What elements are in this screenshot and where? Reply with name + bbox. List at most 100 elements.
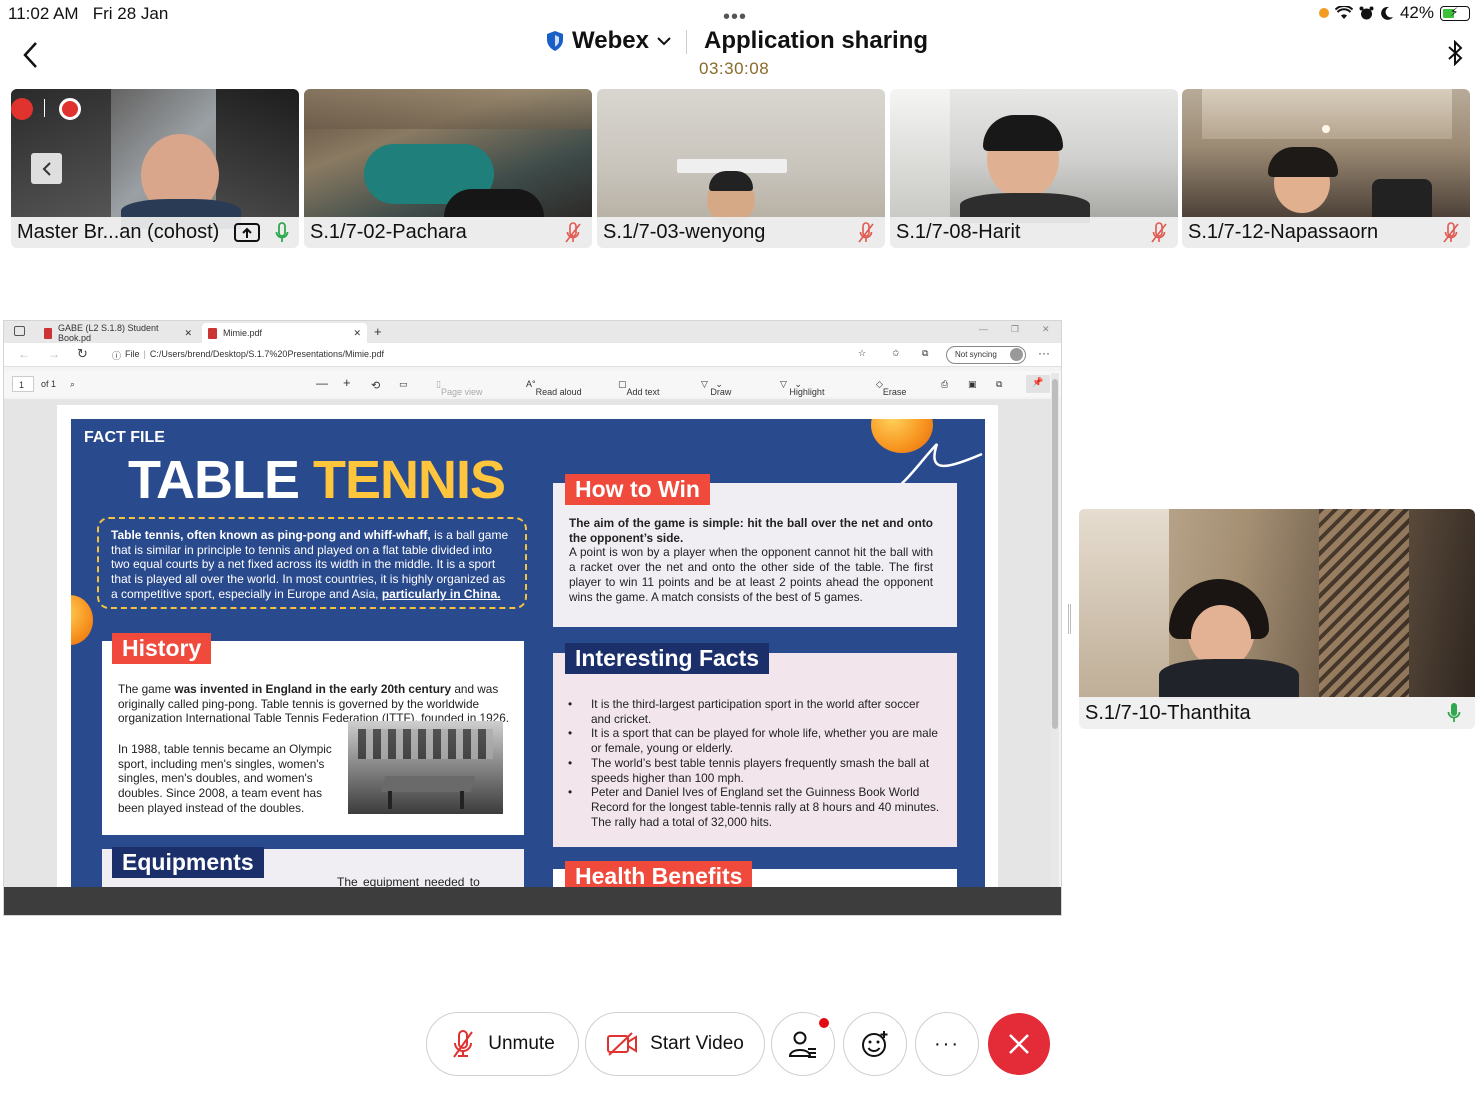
video-feed (304, 89, 592, 217)
pin-toolbar-icon[interactable]: 📌 (1026, 375, 1050, 393)
scrollbar-thumb[interactable] (1052, 379, 1058, 729)
back-arrow-icon[interactable]: ← (18, 347, 30, 361)
start-video-button[interactable]: Start Video (585, 1012, 765, 1076)
back-button[interactable] (22, 40, 38, 77)
mic-muted-icon (453, 1030, 474, 1058)
collections-icon[interactable]: ⧉ (922, 348, 928, 359)
share-bottom-bar (4, 887, 1061, 915)
interesting-facts-card: It is the third-largest participation sp… (553, 653, 957, 847)
close-window-icon[interactable]: ✕ (1042, 324, 1050, 335)
history-heading: History (112, 633, 212, 664)
search-icon[interactable]: ⌕ (70, 379, 75, 390)
url-field[interactable]: ⓘ File | C:/Users/brend/Desktop/S.1.7%20… (112, 349, 384, 362)
leave-meeting-button[interactable] (988, 1013, 1050, 1075)
minimize-icon[interactable]: — (979, 324, 988, 334)
video-feed (11, 89, 299, 229)
clock-time: 11:02 AM (8, 4, 79, 23)
unmute-button[interactable]: Unmute (426, 1012, 579, 1076)
video-tile[interactable]: S.1/7-03-wenyong (597, 89, 885, 248)
participant-name-bar: Master Br...an (cohost) (11, 217, 299, 248)
add-text-button[interactable]: ▢ Add text (618, 379, 660, 397)
close-icon (1009, 1034, 1029, 1054)
close-tab-icon[interactable]: ✕ (353, 328, 361, 339)
history-p2: In 1988, table tennis became an Olympic … (118, 742, 332, 815)
title-yellow: TENNIS (313, 450, 506, 510)
how-to-win-text: The aim of the game is simple: hit the b… (569, 516, 933, 604)
shared-application-window[interactable]: GABE (L2 S.1.8) Student Book.pd ✕ Mimie.… (3, 320, 1062, 916)
save-icon[interactable]: ▣ (968, 379, 977, 390)
browser-tab-active[interactable]: Mimie.pdf ✕ (202, 323, 367, 343)
close-tab-icon[interactable]: ✕ (184, 328, 192, 339)
read-aloud-button[interactable]: A° Read aloud (526, 379, 582, 397)
clock-date: Fri 28 Jan (92, 4, 169, 23)
pdf-viewer[interactable]: FACT FILE TABLE TENNIS Table tennis, oft… (4, 399, 1053, 889)
url-path: C:/Users/brend/Desktop/S.1.7%20Presentat… (149, 349, 384, 359)
resize-handle[interactable] (1068, 604, 1071, 634)
chevron-left-icon (42, 161, 51, 176)
zoom-in-icon[interactable]: + (343, 375, 351, 390)
favorites-icon[interactable]: ✩ (892, 348, 900, 359)
page-title: Application sharing (704, 27, 929, 54)
reactions-button[interactable] (843, 1012, 907, 1076)
emoji-add-icon (862, 1031, 888, 1057)
rotate-icon[interactable]: ⟲ (371, 379, 380, 392)
mic-muted-icon (564, 222, 582, 248)
page-view-button[interactable]: ▯ Page view (436, 379, 482, 397)
bluetooth-icon[interactable] (1447, 39, 1463, 73)
record-icon (59, 98, 81, 120)
more-options-button[interactable]: ··· (915, 1012, 979, 1076)
participant-name-bar: S.1/7-08-Harit (890, 217, 1178, 248)
active-speaker-tile[interactable]: S.1/7-10-Thanthita (1079, 509, 1475, 729)
restore-icon[interactable]: ❐ (1011, 324, 1019, 335)
zoom-out-icon[interactable]: — (316, 376, 328, 390)
intro-link: particularly in China. (381, 586, 501, 601)
moon-icon (1381, 6, 1393, 20)
video-tile[interactable]: S.1/7-08-Harit (890, 89, 1178, 248)
battery-percent: 42% (1399, 3, 1434, 22)
more-dots-icon[interactable]: ••• (723, 6, 747, 29)
video-feed (597, 89, 885, 225)
facts-list: It is the third-largest participation sp… (562, 697, 940, 829)
browser-tab[interactable]: GABE (L2 S.1.8) Student Book.pd ✕ (38, 323, 198, 343)
fit-page-icon[interactable]: ▭ (399, 379, 408, 390)
new-tab-icon[interactable]: + (374, 324, 382, 339)
list-item: It is the third-largest participation sp… (562, 697, 940, 726)
participant-name: S.1/7-10-Thanthita (1085, 702, 1251, 724)
print-icon[interactable]: ⎙ (941, 379, 948, 390)
forward-arrow-icon[interactable]: → (48, 347, 60, 361)
collapse-strip-button[interactable] (31, 153, 62, 184)
profile-avatar[interactable] (1010, 348, 1023, 361)
participants-icon (788, 1031, 816, 1058)
participant-name-bar: S.1/7-03-wenyong (597, 217, 885, 248)
status-icons: 42% ⚡ (1318, 3, 1470, 23)
mic-muted-icon (857, 222, 875, 248)
video-tile[interactable]: S.1/7-02-Pachara (304, 89, 592, 248)
favorite-add-icon[interactable]: ☆ (858, 348, 866, 359)
page-number-input[interactable]: 1 (12, 376, 34, 392)
intro-box: Table tennis, often known as ping-pong a… (97, 517, 527, 609)
pdf-icon (44, 327, 52, 339)
mic-on-icon (1447, 702, 1461, 729)
recording-dot-icon (1318, 8, 1329, 18)
webex-menu-button[interactable]: Webex (546, 27, 671, 55)
erase-button[interactable]: ◇ Erase (876, 379, 906, 397)
participants-button[interactable] (771, 1012, 835, 1076)
refresh-icon[interactable]: ↻ (77, 346, 88, 362)
history-card: The game was invented in England in the … (102, 641, 524, 835)
poster-title: TABLE TENNIS (128, 449, 506, 511)
settings-more-icon[interactable]: ··· (1038, 346, 1050, 360)
page-count: of 1 (41, 379, 57, 389)
chevron-down-icon (657, 37, 671, 46)
pdf-scrollbar[interactable] (1051, 373, 1059, 887)
pdf-toolbar: 1 of 1 ⌕ — + ⟲ ▭ ▯ Page view A° Read alo… (4, 371, 1061, 397)
participant-name-bar: S.1/7-10-Thanthita (1079, 697, 1475, 729)
ping-pong-ball-image (71, 595, 93, 645)
wifi-icon (1334, 6, 1353, 19)
video-tile-host[interactable]: Master Br...an (cohost) (11, 89, 299, 248)
tab-actions-icon[interactable] (14, 326, 25, 336)
video-tile[interactable]: S.1/7-12-Napassaorn (1182, 89, 1470, 248)
save-as-icon[interactable]: ⧉ (996, 379, 1002, 390)
highlight-button[interactable]: ▽ Highlight ⌄ (780, 379, 824, 397)
draw-button[interactable]: ▽ Draw ⌄ (701, 379, 731, 397)
pdf-icon (208, 327, 217, 339)
